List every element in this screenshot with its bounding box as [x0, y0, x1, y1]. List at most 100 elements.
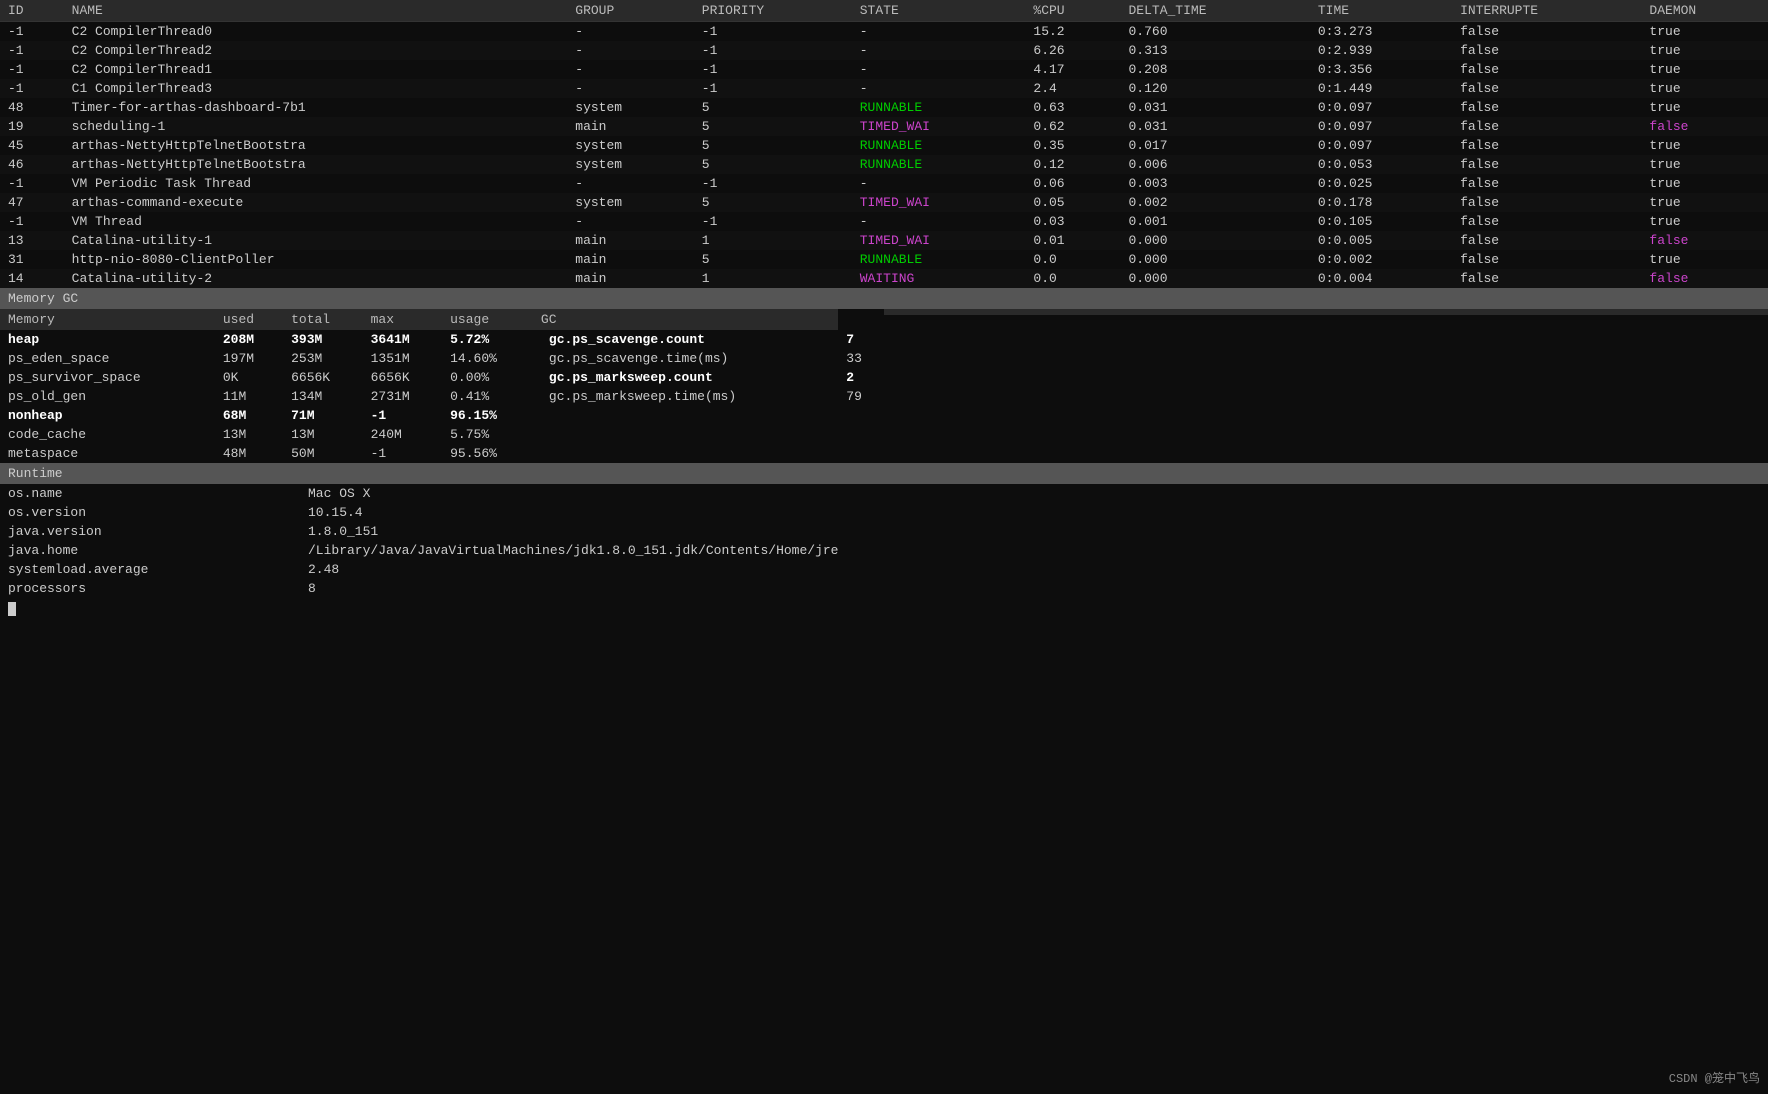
thread-delta: 0.760	[1120, 22, 1309, 42]
thread-cpu: 2.4	[1025, 79, 1120, 98]
watermark: CSDN @笼中飞鸟	[1669, 1069, 1760, 1086]
thread-group: system	[567, 136, 694, 155]
thread-id: 13	[0, 231, 64, 250]
thread-group: system	[567, 155, 694, 174]
thread-group: -	[567, 212, 694, 231]
thread-row: 45 arthas-NettyHttpTelnetBootstra system…	[0, 136, 1768, 155]
thread-id: -1	[0, 41, 64, 60]
thread-state: RUNNABLE	[852, 136, 1026, 155]
mem-max: 2731M	[363, 387, 443, 406]
mem-total: 134M	[283, 387, 363, 406]
thread-priority: 5	[694, 193, 852, 212]
thread-row: -1 VM Thread - -1 - 0.03 0.001 0:0.105 f…	[0, 212, 1768, 231]
thread-delta: 0.120	[1120, 79, 1309, 98]
mem-usage: 14.60%	[442, 349, 533, 368]
thread-cpu: 0.0	[1025, 269, 1120, 288]
thread-time: 0:3.356	[1310, 60, 1452, 79]
runtime-key: os.version	[0, 503, 300, 522]
thread-priority: -1	[694, 174, 852, 193]
thread-interrupted: false	[1452, 136, 1641, 155]
gc-name: gc.ps_marksweep.count	[533, 368, 838, 387]
thread-priority: 5	[694, 98, 852, 117]
thread-time: 0:0.178	[1310, 193, 1452, 212]
thread-interrupted: false	[1452, 212, 1641, 231]
thread-interrupted: false	[1452, 22, 1641, 42]
col-group: GROUP	[567, 0, 694, 22]
thread-delta: 0.031	[1120, 117, 1309, 136]
thread-group: -	[567, 79, 694, 98]
thread-state: -	[852, 22, 1026, 42]
mem-col-total: total	[283, 309, 363, 330]
gc-name: gc.ps_scavenge.count	[533, 330, 838, 349]
thread-state: RUNNABLE	[852, 98, 1026, 117]
runtime-value: 10.15.4	[300, 503, 1768, 522]
thread-state: TIMED_WAI	[852, 117, 1026, 136]
thread-delta: 0.002	[1120, 193, 1309, 212]
gc-table	[884, 309, 1768, 463]
mem-name: nonheap	[0, 406, 215, 425]
mem-used: 48M	[215, 444, 283, 463]
thread-cpu: 0.06	[1025, 174, 1120, 193]
thread-cpu: 4.17	[1025, 60, 1120, 79]
runtime-key: systemload.average	[0, 560, 300, 579]
runtime-header-label: Runtime	[8, 466, 63, 481]
mem-used: 0K	[215, 368, 283, 387]
thread-daemon: false	[1641, 231, 1768, 250]
memory-row: heap 208M 393M 3641M 5.72% gc.ps_scaveng…	[0, 330, 884, 349]
thread-interrupted: false	[1452, 250, 1641, 269]
thread-cpu: 0.63	[1025, 98, 1120, 117]
mem-total: 71M	[283, 406, 363, 425]
thread-row: -1 C2 CompilerThread2 - -1 - 6.26 0.313 …	[0, 41, 1768, 60]
thread-group: main	[567, 117, 694, 136]
thread-state: WAITING	[852, 269, 1026, 288]
thread-name: Catalina-utility-1	[64, 231, 568, 250]
thread-interrupted: false	[1452, 174, 1641, 193]
thread-interrupted: false	[1452, 79, 1641, 98]
runtime-table: os.name Mac OS X os.version 10.15.4 java…	[0, 484, 1768, 598]
mem-max: 3641M	[363, 330, 443, 349]
mem-usage: 5.75%	[442, 425, 533, 444]
thread-state: -	[852, 174, 1026, 193]
memory-row: ps_eden_space 197M 253M 1351M 14.60% gc.…	[0, 349, 884, 368]
thread-interrupted: false	[1452, 60, 1641, 79]
thread-priority: -1	[694, 60, 852, 79]
mem-usage: 5.72%	[442, 330, 533, 349]
thread-name: arthas-NettyHttpTelnetBootstra	[64, 136, 568, 155]
thread-daemon: true	[1641, 250, 1768, 269]
runtime-key: processors	[0, 579, 300, 598]
runtime-row: os.name Mac OS X	[0, 484, 1768, 503]
mem-usage: 95.56%	[442, 444, 533, 463]
thread-row: -1 C1 CompilerThread3 - -1 - 2.4 0.120 0…	[0, 79, 1768, 98]
thread-delta: 0.000	[1120, 269, 1309, 288]
memory-label: Memory GC	[8, 291, 78, 306]
thread-name: C2 CompilerThread2	[64, 41, 568, 60]
mem-used: 68M	[215, 406, 283, 425]
thread-group: -	[567, 60, 694, 79]
thread-cpu: 0.05	[1025, 193, 1120, 212]
thread-daemon: false	[1641, 269, 1768, 288]
thread-interrupted: false	[1452, 231, 1641, 250]
mem-name: ps_eden_space	[0, 349, 215, 368]
thread-daemon: true	[1641, 155, 1768, 174]
mem-col-max: max	[363, 309, 443, 330]
mem-max: -1	[363, 444, 443, 463]
thread-time: 0:1.449	[1310, 79, 1452, 98]
thread-priority: -1	[694, 22, 852, 42]
thread-id: -1	[0, 22, 64, 42]
thread-name: VM Thread	[64, 212, 568, 231]
thread-row: 13 Catalina-utility-1 main 1 TIMED_WAI 0…	[0, 231, 1768, 250]
thread-interrupted: false	[1452, 117, 1641, 136]
mem-col-name: Memory	[0, 309, 215, 330]
runtime-value: 2.48	[300, 560, 1768, 579]
thread-cpu: 0.62	[1025, 117, 1120, 136]
runtime-row: os.version 10.15.4	[0, 503, 1768, 522]
thread-daemon: true	[1641, 22, 1768, 42]
thread-group: main	[567, 269, 694, 288]
thread-state: -	[852, 79, 1026, 98]
mem-max: 240M	[363, 425, 443, 444]
cursor-line	[0, 598, 1768, 619]
thread-time: 0:0.097	[1310, 136, 1452, 155]
thread-cpu: 0.03	[1025, 212, 1120, 231]
thread-state: RUNNABLE	[852, 250, 1026, 269]
thread-id: -1	[0, 79, 64, 98]
